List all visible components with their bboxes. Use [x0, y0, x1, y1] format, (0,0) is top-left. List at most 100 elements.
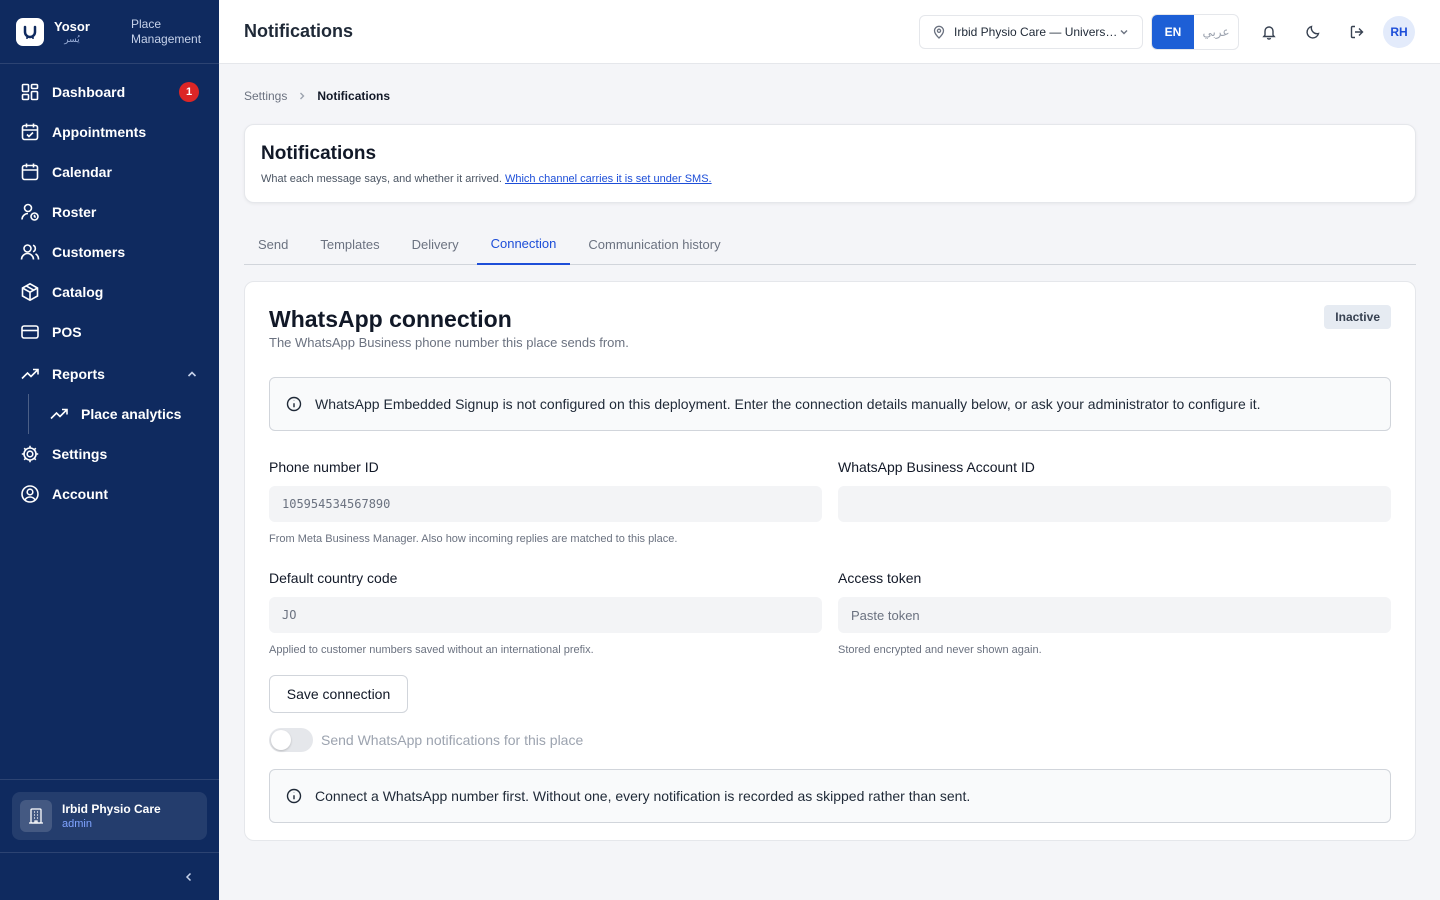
- phone-id-label: Phone number ID: [269, 459, 379, 475]
- chevron-up-icon[interactable]: [185, 367, 199, 381]
- breadcrumb-settings-link[interactable]: Settings: [244, 89, 287, 103]
- sidebar-item-reports[interactable]: Reports: [0, 354, 219, 394]
- signup-notice: WhatsApp Embedded Signup is not configur…: [269, 377, 1391, 431]
- sidebar-item-catalog[interactable]: Catalog: [0, 272, 219, 312]
- sidebar-item-settings[interactable]: Settings: [0, 434, 219, 474]
- sms-settings-link[interactable]: Which channel carries it is set under SM…: [505, 173, 712, 185]
- save-connection-button[interactable]: Save connection: [269, 675, 408, 713]
- trending-up-icon: [21, 368, 39, 380]
- toggle-label: Send WhatsApp notifications for this pla…: [321, 732, 584, 748]
- waba-id-input[interactable]: [838, 486, 1391, 522]
- brand-subtitle: Place Management: [131, 16, 202, 46]
- info-icon: [286, 396, 302, 412]
- section-title: Notifications: [261, 143, 377, 164]
- nav-tree-line: [28, 394, 29, 434]
- brand-name-ar: يُسر: [64, 33, 80, 44]
- chevron-down-icon: [1120, 29, 1128, 34]
- status-badge: Inactive: [1324, 305, 1391, 329]
- trending-up-icon: [50, 408, 68, 420]
- sidebar-item-pos[interactable]: POS: [0, 312, 219, 352]
- sidebar-item-label: Roster: [52, 204, 97, 220]
- sidebar-item-label: Reports: [52, 366, 105, 382]
- credit-card-icon: [21, 325, 39, 339]
- tab-communication-history[interactable]: Communication history: [574, 223, 734, 265]
- tab-connection[interactable]: Connection: [476, 223, 571, 265]
- tab-send[interactable]: Send: [244, 223, 302, 265]
- sidebar-item-label: Place analytics: [81, 406, 182, 422]
- box-icon: [21, 282, 39, 302]
- sidebar-item-label: Settings: [52, 446, 108, 462]
- brand-name: Yosor: [54, 18, 90, 34]
- place-select-value: Irbid Physio Care — University Street: [954, 24, 1118, 39]
- country-code-input[interactable]: JO: [269, 597, 822, 633]
- theme-toggle-button[interactable]: [1297, 16, 1329, 48]
- map-pin-icon: [933, 25, 945, 39]
- tab-delivery[interactable]: Delivery: [398, 223, 473, 265]
- place-select[interactable]: Irbid Physio Care — University Street: [919, 14, 1143, 49]
- sidebar-item-label: Appointments: [52, 124, 147, 140]
- logout-icon: [1350, 25, 1364, 38]
- page-header-card: Notifications What each message says, an…: [244, 124, 1416, 203]
- notification-badge: 1: [179, 82, 199, 102]
- logo-icon: [16, 17, 44, 46]
- moon-icon: [1306, 25, 1320, 39]
- grid-icon: [21, 83, 39, 101]
- chevron-left-icon[interactable]: [183, 871, 195, 883]
- topbar: Notifications Irbid Physio Care — Univer…: [219, 0, 1440, 64]
- whatsapp-toggle-row: Send WhatsApp notifications for this pla…: [269, 728, 1391, 752]
- card-subtitle: The WhatsApp Business phone number this …: [269, 335, 629, 350]
- sidebar-item-customers[interactable]: Customers: [0, 232, 219, 272]
- access-token-hint: Stored encrypted and never shown again.: [838, 644, 1042, 656]
- gear-icon: [21, 445, 39, 463]
- sidebar-item-place-analytics[interactable]: Place analytics: [0, 394, 219, 434]
- sidebar-item-label: Calendar: [52, 164, 112, 180]
- sidebar-item-dashboard[interactable]: Dashboard 1: [0, 72, 219, 112]
- country-code-label: Default country code: [269, 570, 398, 586]
- chevron-right-icon: [300, 92, 305, 100]
- sidebar-item-label: Customers: [52, 244, 126, 260]
- users-icon: [20, 244, 40, 260]
- sidebar: Yosor يُسر Place Management Dashboard 1 …: [0, 0, 219, 900]
- phone-id-input[interactable]: 105954534567890: [269, 486, 822, 522]
- place-name: Irbid Physio Care: [62, 802, 161, 816]
- calendar-icon: [21, 163, 39, 181]
- sidebar-item-roster[interactable]: Roster: [0, 192, 219, 232]
- lang-en-button[interactable]: EN: [1152, 14, 1194, 49]
- waba-id-label: WhatsApp Business Account ID: [838, 459, 1035, 475]
- sidebar-footer: Irbid Physio Care admin: [0, 779, 219, 900]
- main-content: Settings Notifications Notifications Wha…: [244, 64, 1416, 841]
- tab-templates[interactable]: Templates: [306, 223, 393, 265]
- sidebar-item-label: Dashboard: [52, 84, 126, 100]
- user-circle-icon: [21, 485, 39, 503]
- access-token-input[interactable]: Paste token: [838, 597, 1391, 633]
- sidebar-item-appointments[interactable]: Appointments: [0, 112, 219, 152]
- connect-first-notice: Connect a WhatsApp number first. Without…: [269, 769, 1391, 823]
- whatsapp-notifications-toggle[interactable]: [269, 728, 313, 752]
- user-role: admin: [62, 818, 92, 830]
- breadcrumb: Settings Notifications: [244, 89, 1416, 103]
- section-description: What each message says, and whether it a…: [261, 173, 712, 185]
- language-switch: EN عربي: [1151, 13, 1239, 50]
- notifications-button[interactable]: [1253, 16, 1285, 48]
- info-icon: [286, 788, 302, 804]
- card-title: WhatsApp connection: [269, 306, 512, 332]
- page-title: Notifications: [244, 21, 354, 41]
- brand: Yosor يُسر Place Management: [0, 0, 219, 64]
- sidebar-item-calendar[interactable]: Calendar: [0, 152, 219, 192]
- sidebar-item-account[interactable]: Account: [0, 474, 219, 514]
- lang-ar-button[interactable]: عربي: [1194, 15, 1238, 49]
- sidebar-nav: Dashboard 1 Appointments Calendar Roster…: [0, 64, 219, 514]
- tabs: Send Templates Delivery Connection Commu…: [244, 223, 1416, 265]
- sidebar-item-label: Catalog: [52, 284, 104, 300]
- avatar[interactable]: RH: [1383, 15, 1415, 48]
- whatsapp-connection-card: WhatsApp connection The WhatsApp Busines…: [244, 281, 1416, 841]
- current-place-card[interactable]: Irbid Physio Care admin: [12, 792, 207, 840]
- user-clock-icon: [21, 203, 39, 221]
- logout-button[interactable]: [1341, 16, 1373, 48]
- sidebar-item-label: Account: [52, 486, 108, 502]
- sidebar-item-label: POS: [52, 324, 82, 340]
- access-token-label: Access token: [838, 570, 922, 586]
- connection-form: Phone number ID 105954534567890 From Met…: [269, 459, 1391, 658]
- bell-icon: [1262, 25, 1276, 40]
- calendar-check-icon: [21, 123, 39, 141]
